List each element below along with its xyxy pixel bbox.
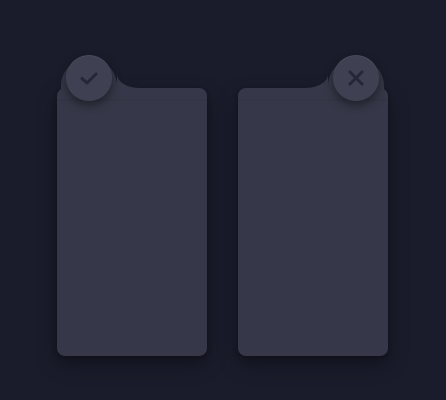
close-icon (348, 70, 364, 86)
check-icon (80, 72, 98, 85)
right-card-tab-fillet (306, 74, 328, 88)
confirm-button[interactable] (66, 55, 112, 101)
left-card-tab-fillet (117, 74, 139, 88)
left-card-divider (57, 99, 207, 102)
right-card (238, 58, 388, 356)
left-card (57, 58, 207, 356)
right-card-divider (238, 99, 388, 102)
close-button[interactable] (333, 55, 379, 101)
